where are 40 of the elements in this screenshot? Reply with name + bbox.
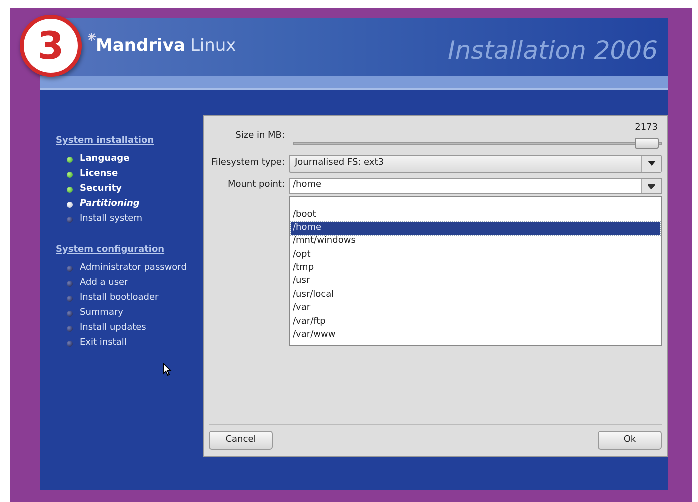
mount-point-option[interactable]: /usr — [291, 275, 660, 289]
slider-thumb[interactable] — [634, 138, 659, 148]
step-label: Summary — [80, 306, 124, 320]
filesystem-dropdown[interactable]: Journalised FS: ext3 — [289, 154, 662, 172]
mount-point-option[interactable]: /tmp — [291, 262, 660, 276]
step-label: Partitioning — [80, 198, 140, 212]
step-label: Language — [80, 153, 130, 166]
mouse-pointer-icon — [163, 363, 172, 376]
installer-title: Installation 2006 — [448, 35, 658, 67]
cancel-button[interactable]: Cancel — [209, 431, 273, 450]
star-icon — [88, 33, 96, 41]
step-label: Add a user — [80, 276, 128, 290]
size-slider[interactable] — [293, 138, 662, 148]
field-label: Filesystem type: — [210, 156, 286, 170]
field-label: Mount point: — [226, 178, 286, 192]
mount-point-option[interactable]: /home — [291, 222, 660, 236]
field-label: Size in MB: — [234, 130, 286, 144]
mount-point-option[interactable]: /boot — [291, 208, 660, 222]
size-reading: 2173 — [635, 122, 658, 135]
ok-button[interactable]: Ok — [598, 431, 662, 450]
step-label: Install bootloader — [80, 292, 159, 305]
mount-point-option[interactable]: /opt — [291, 248, 660, 262]
brand-name: Mandriva — [96, 35, 186, 58]
mount-point-option[interactable]: /mnt/windows — [291, 235, 660, 249]
step-label: License — [80, 168, 118, 182]
step-label: Exit install — [80, 336, 127, 350]
step-label: Install updates — [80, 322, 146, 335]
mount-point-option[interactable]: /var/ftp — [291, 316, 660, 330]
dropdown-arrow-icon — [648, 161, 656, 166]
mount-point-option[interactable]: /var — [291, 302, 660, 316]
dropdown-arrow-icon — [648, 182, 655, 188]
section-title: System configuration — [56, 244, 166, 256]
mount-point-combo[interactable]: /home — [289, 178, 662, 194]
brand-suffix: Linux — [190, 35, 236, 58]
mount-point-option[interactable]: /usr/local — [291, 288, 660, 302]
mount-point-option[interactable]: /var/www — [291, 329, 660, 342]
section-title: System installation — [56, 135, 156, 148]
step-label: Security — [80, 183, 122, 196]
step-label: Administrator password — [80, 262, 187, 275]
step-label: Install system — [80, 213, 142, 226]
